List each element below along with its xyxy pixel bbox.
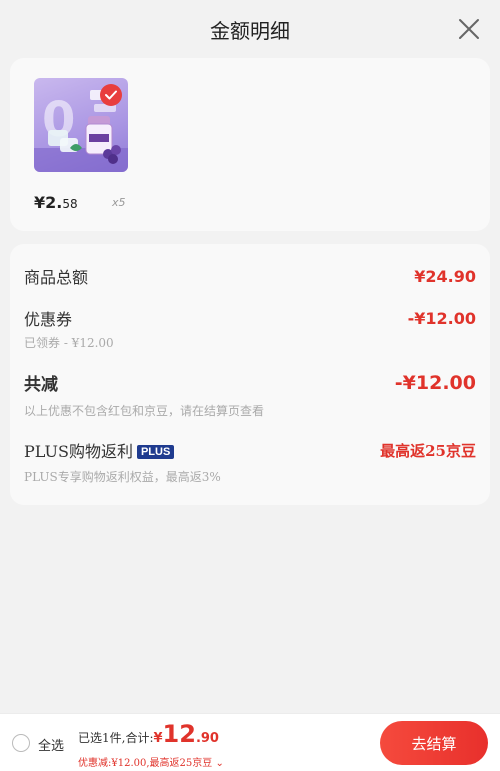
price-decimal: 58 (62, 197, 78, 211)
product-price: ¥2. 58 (34, 193, 78, 212)
plus-row: PLUS购物返利 PLUS 最高返25京豆 (24, 438, 476, 462)
select-all-radio[interactable] (12, 734, 30, 752)
coupon-label: 优惠券 (24, 310, 73, 329)
reduce-value: -¥12.00 (394, 371, 476, 394)
checked-icon[interactable] (100, 84, 122, 106)
plus-badge: PLUS (136, 445, 175, 459)
summary-card: 商品总额 ¥24.90 优惠券 -¥12.00 已领券 - ¥12.00 共减 … (10, 244, 490, 505)
plus-sub: PLUS专享购物返利权益，最高返3% (24, 470, 221, 484)
total-decimal: .90 (195, 731, 219, 746)
selected-total-prefix: 已选1件,合计: (78, 731, 154, 745)
coupon-row[interactable]: 优惠券 -¥12.00 (24, 306, 476, 330)
price-integer: ¥2. (34, 193, 63, 212)
close-icon[interactable] (458, 18, 480, 40)
header: 金额明细 (0, 0, 500, 58)
discount-detail-toggle[interactable]: 优惠减:¥12.00,最高返25京豆 ⌄ (78, 754, 224, 769)
page-title: 金额明细 (210, 18, 290, 43)
reduce-note: 以上优惠不包含红包和京豆，请在结算页查看 (24, 404, 265, 418)
goods-total-value: ¥24.90 (414, 266, 476, 286)
coupon-value: -¥12.00 (407, 308, 476, 328)
plus-value: 最高返25京豆 (380, 441, 476, 460)
reduce-row: 共减 -¥12.00 (24, 370, 476, 396)
plus-label-wrap: PLUS购物返利 PLUS (24, 438, 175, 462)
product-quantity: x5 (112, 196, 126, 209)
total-currency: ¥ (153, 731, 163, 746)
goods-total-label: 商品总额 (24, 268, 89, 287)
product-card: 0 ¥2. 58 x5 (10, 58, 490, 231)
checkout-bar: 全选 已选1件,合计: ¥ 12 .90 优惠减:¥12.00,最高返25京豆 … (0, 713, 500, 771)
product-image[interactable]: 0 (34, 78, 128, 172)
reduce-label: 共减 (24, 375, 58, 395)
select-all-label[interactable]: 全选 (38, 735, 64, 754)
plus-label: PLUS购物返利 (24, 442, 133, 461)
goods-total-row: 商品总额 ¥24.90 (24, 264, 476, 288)
checkout-button[interactable]: 去结算 (380, 721, 488, 765)
total-integer: 12 (162, 720, 196, 748)
coupon-sub: 已领券 - ¥12.00 (24, 336, 114, 350)
total-line: 已选1件,合计: ¥ 12 .90 (78, 722, 219, 746)
